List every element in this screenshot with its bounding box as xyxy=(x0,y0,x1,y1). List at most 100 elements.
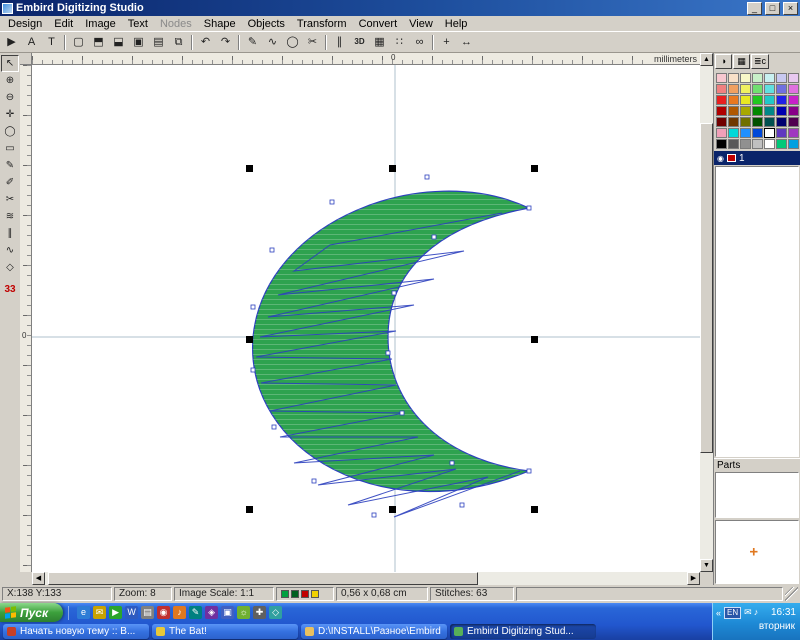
zoom-in-tool[interactable]: ⊕ xyxy=(1,72,19,89)
editor-quicklaunch[interactable]: ✎ xyxy=(189,606,202,619)
resize-grip[interactable] xyxy=(785,587,798,601)
palette-color-5[interactable] xyxy=(776,73,787,83)
freehand-tool[interactable]: ✎ xyxy=(1,157,19,174)
menu-edit[interactable]: Edit xyxy=(48,17,79,31)
new-design-button[interactable]: ▢ xyxy=(69,33,88,51)
columns-button[interactable]: ∥ xyxy=(330,33,349,51)
palette-color-24[interactable] xyxy=(752,106,763,116)
media-quicklaunch[interactable]: ▶ xyxy=(109,606,122,619)
tools-quicklaunch[interactable]: ✚ xyxy=(253,606,266,619)
move-design-button[interactable]: ↔ xyxy=(457,33,476,51)
palette-color-48[interactable] xyxy=(788,139,799,149)
language-indicator[interactable]: EN xyxy=(724,607,741,619)
word-quicklaunch[interactable]: W xyxy=(125,606,138,619)
handle-top-center[interactable] xyxy=(389,165,396,172)
palette-color-18[interactable] xyxy=(764,95,775,105)
msn-quicklaunch[interactable]: ◇ xyxy=(269,606,282,619)
task-button-3[interactable]: Embird Digitizing Stud... xyxy=(450,624,596,639)
open-design-button[interactable]: ⬒ xyxy=(89,33,108,51)
scroll-up-button[interactable]: ▲ xyxy=(700,53,713,66)
save-design-button[interactable]: ▣ xyxy=(129,33,148,51)
tray-collapse-chevron[interactable]: « xyxy=(716,608,721,618)
parts-list-area[interactable] xyxy=(715,472,799,518)
horizontal-scroll-thumb[interactable] xyxy=(48,572,478,585)
menu-text[interactable]: Text xyxy=(122,17,154,31)
scroll-right-button[interactable]: ▶ xyxy=(687,572,700,585)
palette-color-36[interactable] xyxy=(728,128,739,138)
palette-color-17[interactable] xyxy=(752,95,763,105)
bat-quicklaunch[interactable]: ◉ xyxy=(157,606,170,619)
thread-chart-button[interactable]: ▦ xyxy=(733,54,750,69)
maximize-button[interactable]: □ xyxy=(765,2,780,15)
node-edit-tool[interactable]: ◇ xyxy=(1,259,19,276)
task-button-1[interactable]: The Bat! xyxy=(152,624,298,639)
palette-color-38[interactable] xyxy=(752,128,763,138)
scroll-down-button[interactable]: ▼ xyxy=(700,559,713,572)
thread-catalog-button[interactable]: ≣c xyxy=(751,54,769,69)
menu-objects[interactable]: Objects xyxy=(242,17,291,31)
palette-color-4[interactable] xyxy=(764,73,775,83)
palette-color-20[interactable] xyxy=(788,95,799,105)
palette-color-21[interactable] xyxy=(716,106,727,116)
ie-quicklaunch[interactable]: e xyxy=(77,606,90,619)
palette-color-13[interactable] xyxy=(788,84,799,94)
mail-quicklaunch[interactable]: ✉ xyxy=(93,606,106,619)
player-quicklaunch[interactable]: ♪ xyxy=(173,606,186,619)
menu-view[interactable]: View xyxy=(403,17,439,31)
preview-glasses-button[interactable]: ∞ xyxy=(410,33,429,51)
palette-color-32[interactable] xyxy=(764,117,775,127)
menu-design[interactable]: Design xyxy=(2,17,48,31)
scroll-left-button[interactable]: ◀ xyxy=(32,572,45,585)
curve-draw-button[interactable]: ∿ xyxy=(263,33,282,51)
color-wheel-button[interactable]: ◑ xyxy=(715,54,732,69)
palette-color-47[interactable] xyxy=(776,139,787,149)
palette-color-41[interactable] xyxy=(788,128,799,138)
ellipse-tool[interactable]: ◯ xyxy=(1,123,19,140)
handle-bottom-center[interactable] xyxy=(389,506,396,513)
design-canvas[interactable] xyxy=(32,65,700,572)
palette-color-0[interactable] xyxy=(716,73,727,83)
palette-color-46[interactable] xyxy=(764,139,775,149)
palette-color-34[interactable] xyxy=(788,117,799,127)
palette-color-43[interactable] xyxy=(728,139,739,149)
handle-bottom-left[interactable] xyxy=(246,506,253,513)
handle-mid-right[interactable] xyxy=(531,336,538,343)
menu-convert[interactable]: Convert xyxy=(353,17,404,31)
menu-shape[interactable]: Shape xyxy=(198,17,242,31)
task-button-0[interactable]: Начать новую тему :: B... xyxy=(3,624,149,639)
palette-color-22[interactable] xyxy=(728,106,739,116)
explorer-quicklaunch[interactable]: ▤ xyxy=(141,606,154,619)
menu-image[interactable]: Image xyxy=(79,17,122,31)
palette-color-27[interactable] xyxy=(788,106,799,116)
undo-button[interactable]: ↶ xyxy=(196,33,215,51)
palette-color-6[interactable] xyxy=(788,73,799,83)
object-list-area[interactable] xyxy=(715,166,799,457)
palette-color-15[interactable] xyxy=(728,95,739,105)
grid-button[interactable]: ▦ xyxy=(370,33,389,51)
palette-color-30[interactable] xyxy=(740,117,751,127)
palette-color-12[interactable] xyxy=(776,84,787,94)
winamp-quicklaunch[interactable]: ▣ xyxy=(221,606,234,619)
origin-cross-button[interactable]: + xyxy=(437,33,456,51)
palette-color-23[interactable] xyxy=(740,106,751,116)
density-button[interactable]: ∷ xyxy=(390,33,409,51)
mail-tray-icon[interactable]: ✉ xyxy=(744,607,752,618)
horizontal-scrollbar[interactable]: ◀ ▶ xyxy=(32,572,700,585)
start-button[interactable]: Пуск xyxy=(0,603,63,622)
volume-tray-icon[interactable]: ♪ xyxy=(754,607,759,618)
zoom-out-tool[interactable]: ⊖ xyxy=(1,89,19,106)
palette-color-26[interactable] xyxy=(776,106,787,116)
palette-color-42[interactable] xyxy=(716,139,727,149)
rectangle-tool[interactable]: ▭ xyxy=(1,140,19,157)
palette-color-39[interactable] xyxy=(764,128,775,138)
tray-clock[interactable]: 16:31 xyxy=(771,607,796,618)
palette-color-40[interactable] xyxy=(776,128,787,138)
minimize-button[interactable]: _ xyxy=(747,2,762,15)
merge-design-button[interactable]: ⬓ xyxy=(109,33,128,51)
design-preview-pane[interactable]: + xyxy=(715,520,799,584)
palette-color-44[interactable] xyxy=(740,139,751,149)
palette-color-3[interactable] xyxy=(752,73,763,83)
handle-top-right[interactable] xyxy=(531,165,538,172)
satin-tool[interactable]: ≋ xyxy=(1,208,19,225)
palette-color-7[interactable] xyxy=(716,84,727,94)
